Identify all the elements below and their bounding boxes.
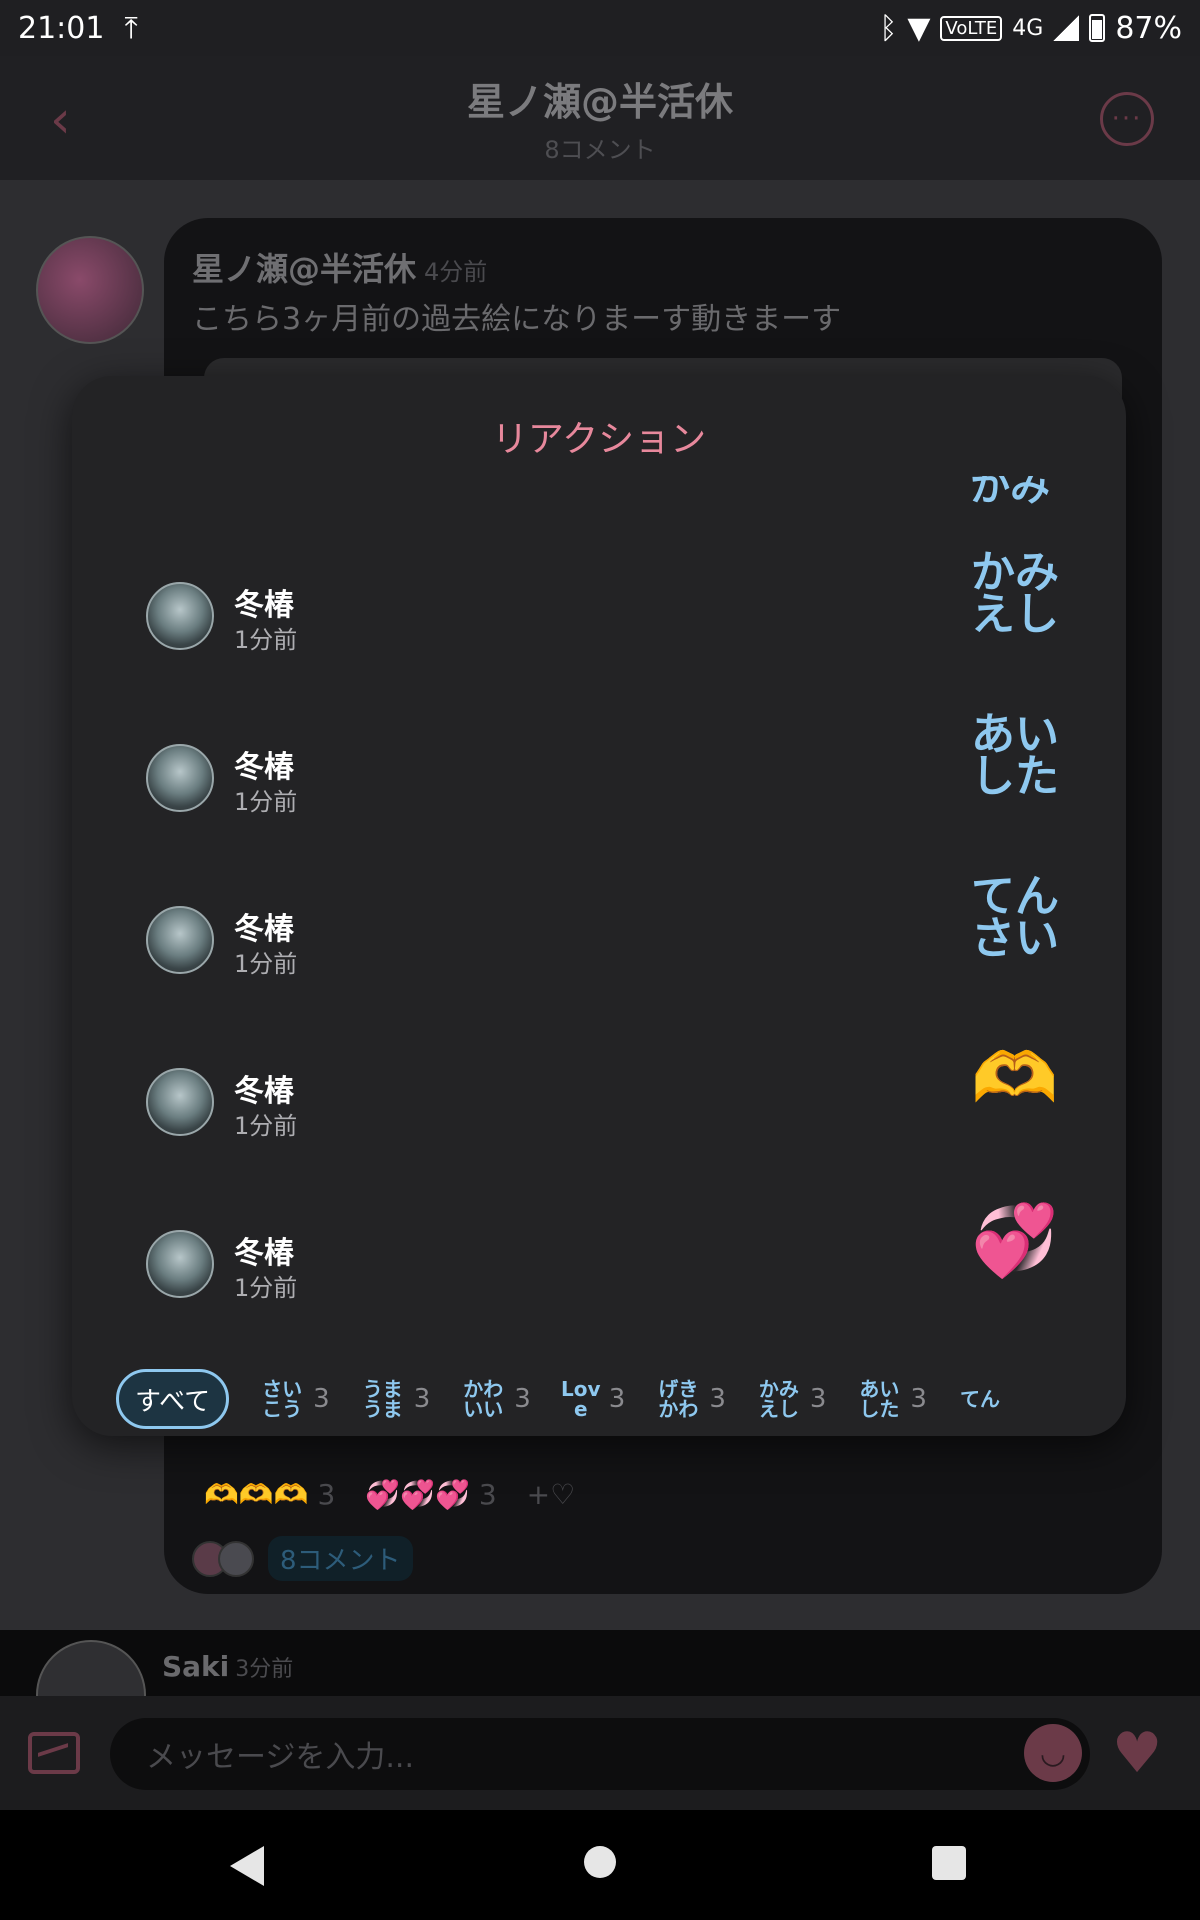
nav-back-icon[interactable] [230,1846,264,1886]
modal-title: リアクション [491,419,707,460]
post-text: こちら3ヶ月前の過去絵になりまーす動きまーす [192,302,842,337]
battery-icon [1089,14,1106,42]
hands-reaction[interactable]: 🫶🫶🫶 3 [204,1478,335,1511]
post-author: 星ノ瀬@半活休 4分前 [192,244,487,290]
status-bar: 21:01 ⤒ ᛒ ▼ VoLTE 4G 87% [0,0,1200,56]
reaction-filter-tabs: すべて さいこう 3 うまうま 3 かわいい 3 Love 3 げきかわ 3 か… [72,1362,1126,1436]
message-input-bar: メッセージを入力... ◡ ♥ [0,1696,1200,1810]
avatar[interactable] [36,236,144,344]
tab-label: げきかわ [658,1377,699,1421]
list-item[interactable]: 冬椿 1分前 🫶 [72,962,1126,1140]
tab-count: 3 [413,1384,431,1414]
next-post-author: Saki 3分前 [162,1650,293,1683]
next-post-time: 3分前 [235,1657,294,1682]
heart-icon[interactable]: ♥ [1112,1726,1162,1782]
tab-label: かみえし [758,1377,799,1421]
emoji-icon[interactable]: ◡ [1024,1724,1082,1782]
list-item[interactable]: 冬椿 1分前 てんさい [72,800,1126,978]
tab-count: 3 [608,1384,626,1414]
list-item[interactable]: 冬椿 1分前 💞 [72,1124,1126,1302]
message-input[interactable]: メッセージを入力... [110,1718,1090,1790]
tab-aishita[interactable]: あいした 3 [856,1379,927,1419]
tab-count: 3 [313,1384,330,1414]
network-type: 4G [1012,15,1044,41]
user-name: 冬椿 [234,1074,294,1109]
heart-hands-icon: 🫶🫶🫶 [204,1478,309,1511]
volte-badge: VoLTE [940,15,1003,41]
tab-count: 3 [709,1384,726,1414]
tab-label: Love [561,1377,601,1421]
nav-recents-icon[interactable] [932,1846,966,1880]
tab-tensai[interactable]: てん [957,1389,1011,1409]
tab-all[interactable]: すべて [116,1369,230,1429]
status-icons: ᛒ ▼ VoLTE 4G 87% [879,11,1182,46]
bluetooth-icon: ᛒ [879,10,898,46]
add-reaction-icon[interactable]: +♡ [527,1478,576,1511]
page-title: 星ノ瀬@半活休 [466,80,733,124]
upload-icon: ⤒ [124,10,138,46]
list-item[interactable]: 冬椿 1分前 かみえし [72,476,1126,654]
tab-label: かわいい [463,1377,504,1421]
tab-gekikawa[interactable]: げきかわ 3 [655,1379,726,1419]
tab-label: あいした [859,1377,900,1421]
signal-icon [1053,15,1080,41]
tab-kamieshi[interactable]: かみえし 3 [756,1379,827,1419]
post-time: 4分前 [424,258,488,286]
image-attach-icon[interactable] [28,1732,80,1774]
hearts-reaction[interactable]: 💞💞💞 3 [365,1478,496,1511]
reaction-list[interactable]: かみ 冬椿 1分前 かみえし 冬椿 1分前 あいした 冬椿 1分前 てんさい 冬… [72,476,1126,1326]
next-post-author-name: Saki [162,1650,230,1683]
tab-label: てん [959,1387,1000,1411]
avatar[interactable] [146,1230,214,1298]
reaction-time: 1分前 [234,1274,298,1302]
page-subtitle: 8コメント [544,136,656,164]
comments-row[interactable]: 8コメント [192,1536,413,1581]
reactions-modal: リアクション かみ 冬椿 1分前 かみえし 冬椿 1分前 あいした 冬椿 1分前… [72,376,1126,1436]
avatar [218,1540,254,1577]
reaction-stamp: あいした [971,709,1059,802]
battery-percent: 87% [1115,10,1182,46]
comments-count[interactable]: 8コメント [268,1536,413,1581]
tab-love[interactable]: Love 3 [561,1377,626,1421]
reaction-count: 3 [317,1478,336,1511]
post-author-name: 星ノ瀬@半活休 [192,250,417,288]
list-item[interactable]: 冬椿 1分前 あいした [72,638,1126,816]
reaction-stamp: てんさい [971,871,1059,964]
heart-hands-icon: 🫶 [971,1037,1059,1119]
reaction-stamp: かみえし [971,547,1059,640]
app-header: ‹ 星ノ瀬@半活休 8コメント ··· [0,56,1200,180]
post-reactions: 🫶🫶🫶 3 💞💞💞 3 +♡ [204,1478,575,1511]
tab-count: 3 [809,1384,827,1414]
user-name: 冬椿 [234,750,294,785]
next-post-preview: Saki 3分前 [0,1630,1200,1750]
wifi-icon: ▼ [907,10,931,46]
revolving-hearts-icon: 💞💞💞 [365,1478,470,1511]
user-name: 冬椿 [234,588,294,623]
more-options-icon[interactable]: ··· [1100,92,1154,146]
tab-saikou[interactable]: さいこう 3 [259,1379,330,1419]
back-arrow-icon[interactable]: ‹ [50,90,71,150]
system-nav-bar [0,1810,1200,1920]
user-name: 冬椿 [234,1236,294,1271]
user-name: 冬椿 [234,912,294,947]
tab-label: さいこう [262,1377,303,1421]
status-time: 21:01 [18,10,105,46]
revolving-hearts-icon: 💞 [971,1199,1059,1281]
tab-kawaii[interactable]: かわいい 3 [460,1379,531,1419]
tab-count: 3 [910,1384,927,1414]
reaction-count: 3 [478,1478,497,1511]
nav-home-icon[interactable] [584,1846,616,1878]
tab-umauma[interactable]: うまうま 3 [360,1379,431,1419]
tab-count: 3 [514,1384,531,1414]
tab-label: うまうま [362,1377,403,1421]
